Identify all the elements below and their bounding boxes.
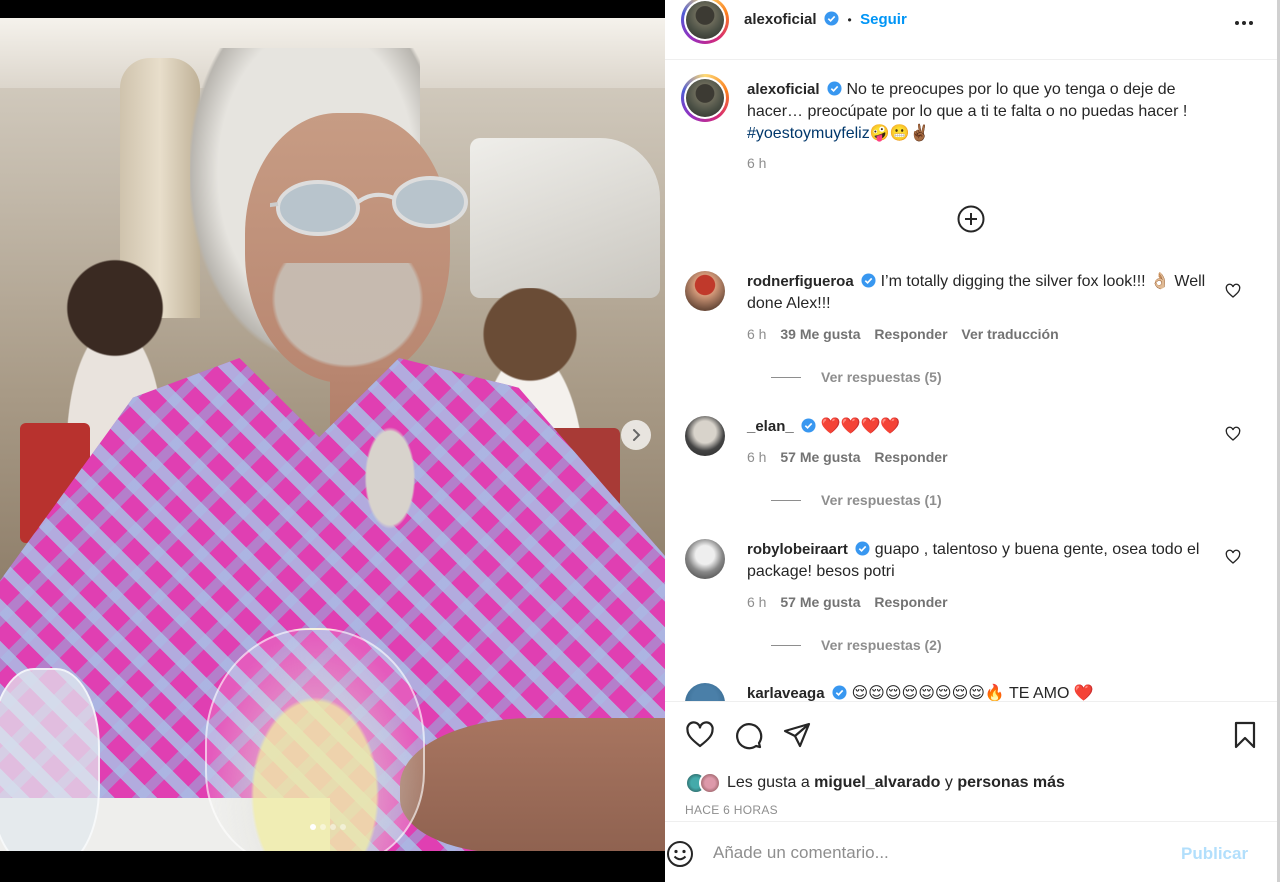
carousel-dot — [310, 824, 316, 830]
photo-piano — [470, 138, 660, 298]
commenter-avatar[interactable] — [685, 271, 725, 311]
author-avatar[interactable] — [681, 0, 729, 44]
post-actions: Les gusta a miguel_alvarado y personas m… — [665, 701, 1277, 821]
verified-icon — [827, 81, 842, 96]
header-separator: • — [847, 13, 852, 27]
share-icon[interactable] — [782, 720, 812, 750]
post-photo[interactable] — [0, 18, 665, 851]
follow-button[interactable]: Seguir — [860, 11, 907, 28]
comment-body: karlaveaga 😌😌😌😌😌😌😌😌🔥 TE AMO ❤️ — [747, 683, 1227, 701]
comment-input[interactable] — [713, 836, 1163, 870]
carousel-dot — [330, 824, 336, 830]
verified-icon — [801, 418, 816, 433]
commenter-username[interactable]: _elan_ — [747, 418, 794, 435]
view-replies-button[interactable]: Ver respuestas (5) — [771, 369, 942, 385]
author-username[interactable]: alexoficial — [744, 11, 817, 28]
photo-chest — [360, 418, 420, 538]
comment-item: robylobeiraart guapo , talentoso y buena… — [685, 539, 1245, 659]
post-caption: alexoficial No te preocupes por lo que y… — [747, 79, 1227, 145]
likes-prefix: Les gusta a — [727, 774, 815, 791]
caption-time: 6 h — [747, 155, 767, 171]
likes-others-link[interactable]: personas más — [957, 774, 1065, 792]
reply-button[interactable]: Responder — [874, 449, 947, 465]
comment-body: robylobeiraart guapo , talentoso y buena… — [747, 539, 1227, 583]
verified-icon — [832, 685, 847, 700]
photo-wine-glass — [205, 628, 425, 851]
verified-icon — [824, 11, 839, 26]
chevron-right-icon — [633, 429, 641, 441]
comment-icon[interactable] — [733, 720, 763, 750]
commenter-avatar[interactable] — [685, 539, 725, 579]
post-timestamp: HACE 6 HORAS — [685, 803, 778, 817]
comment-likes[interactable]: 39 Me gusta — [780, 326, 860, 342]
caption-emoji: 🤪😬✌🏾 — [869, 125, 930, 142]
comment-like-heart-icon[interactable] — [1225, 426, 1241, 442]
comment-like-heart-icon[interactable] — [1225, 283, 1241, 299]
view-replies-button[interactable]: Ver respuestas (1) — [771, 492, 942, 508]
heart-icon[interactable] — [685, 720, 715, 750]
verified-icon — [855, 541, 870, 556]
commenter-username[interactable]: robylobeiraart — [747, 541, 848, 558]
comment-text: 😌😌😌😌😌😌😌😌🔥 TE AMO ❤️ — [851, 685, 1094, 701]
verified-icon — [861, 273, 876, 288]
view-replies-button[interactable]: Ver respuestas (2) — [771, 637, 942, 653]
carousel-dot — [340, 824, 346, 830]
post-header: alexoficial • Seguir — [665, 0, 1277, 60]
reply-button[interactable]: Responder — [874, 326, 947, 342]
comment-body: rodnerfigueroa I’m totally digging the s… — [747, 271, 1227, 315]
more-options-button[interactable] — [1229, 14, 1259, 32]
comment-time: 6 h — [747, 326, 767, 342]
likers-avatars — [685, 772, 721, 794]
comment-meta: 6 h 39 Me gusta Responder Ver traducción — [747, 326, 1059, 342]
comment-meta: 6 h 57 Me gusta Responder — [747, 594, 948, 610]
comment-item: rodnerfigueroa I’m totally digging the s… — [685, 271, 1245, 391]
likes-summary: Les gusta a miguel_alvarado y personas m… — [685, 772, 1065, 794]
add-circle-icon[interactable] — [956, 204, 986, 234]
carousel-next-button[interactable] — [621, 420, 651, 450]
photo-sunglasses — [270, 176, 468, 236]
comment-item: karlaveaga 😌😌😌😌😌😌😌😌🔥 TE AMO ❤️ — [685, 683, 1245, 701]
liker-avatar — [699, 772, 721, 794]
commenter-avatar[interactable] — [685, 416, 725, 456]
translate-button[interactable]: Ver traducción — [961, 326, 1058, 342]
emoji-icon[interactable] — [665, 839, 695, 869]
bookmark-icon[interactable] — [1230, 720, 1260, 750]
comments-scroll-area[interactable]: alexoficial No te preocupes por lo que y… — [665, 61, 1277, 701]
caption-hashtag[interactable]: #yoestoymuyfeliz — [747, 125, 870, 142]
comment-like-heart-icon[interactable] — [1225, 549, 1241, 565]
comment-composer: Publicar — [665, 821, 1277, 882]
comment-time: 6 h — [747, 449, 767, 465]
post-side-panel: alexoficial • Seguir alexoficial No te p… — [665, 0, 1277, 882]
reply-button[interactable]: Responder — [874, 594, 947, 610]
caption-author-avatar[interactable] — [681, 74, 729, 122]
carousel-indicator — [310, 824, 346, 830]
comment-item: _elan_ ❤️❤️❤️❤️ 6 h 57 Me gusta Responde… — [685, 416, 1245, 516]
carousel-dot — [320, 824, 326, 830]
comment-likes[interactable]: 57 Me gusta — [780, 449, 860, 465]
photo-water-glass — [0, 668, 100, 851]
comment-text: ❤️❤️❤️❤️ — [820, 418, 901, 435]
comment-time: 6 h — [747, 594, 767, 610]
comment-body: _elan_ ❤️❤️❤️❤️ — [747, 416, 1227, 438]
caption-username[interactable]: alexoficial — [747, 81, 820, 98]
comment-likes[interactable]: 57 Me gusta — [780, 594, 860, 610]
comment-meta: 6 h 57 Me gusta Responder — [747, 449, 948, 465]
publish-button[interactable]: Publicar — [1181, 844, 1248, 864]
commenter-avatar[interactable] — [685, 683, 725, 701]
more-icon — [1235, 21, 1239, 25]
commenter-username[interactable]: karlaveaga — [747, 685, 825, 701]
commenter-username[interactable]: rodnerfigueroa — [747, 273, 854, 290]
likes-conjunction: y — [940, 774, 958, 791]
liker-username[interactable]: miguel_alvarado — [814, 774, 940, 792]
photo-arm — [400, 718, 665, 851]
